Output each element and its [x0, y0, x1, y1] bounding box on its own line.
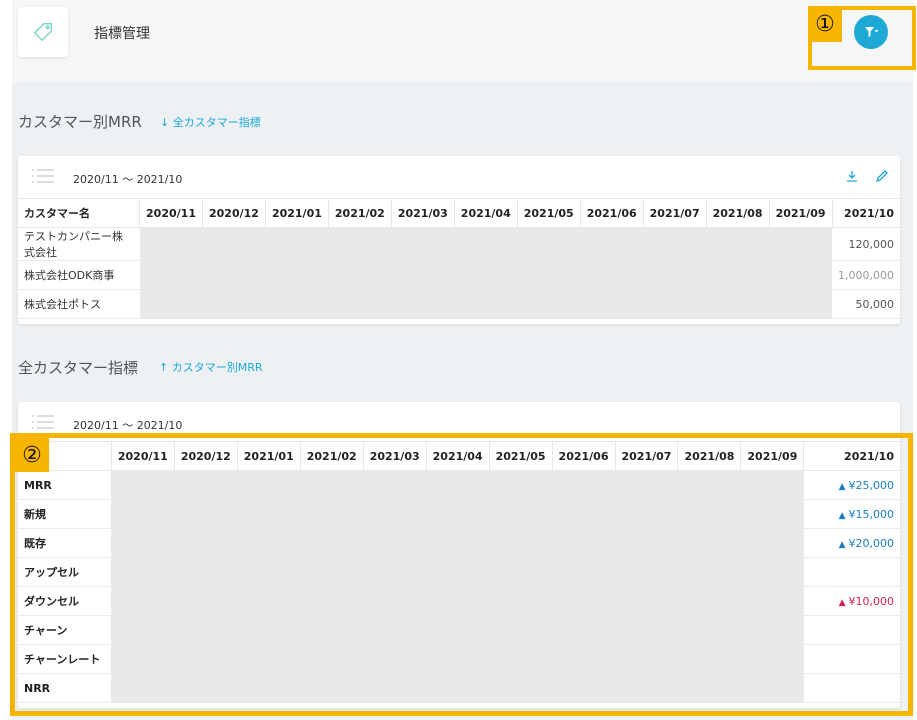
- tag-icon: [33, 23, 52, 42]
- customer-mrr-table: カスタマー名 2020/11 2020/12 2021/01 2021/02 2021/…: [18, 198, 900, 319]
- table-row: MRR ▲ ¥25,000: [18, 470, 900, 703]
- metric-value: [803, 644, 900, 674]
- column-header-month: 2021/01: [236, 441, 301, 471]
- logo-box: [18, 7, 68, 57]
- column-header-metric: [18, 441, 112, 471]
- column-header-month: 2021/01: [264, 198, 329, 228]
- column-header-customer-name: カスタマー名: [18, 198, 140, 228]
- all-customer-metrics-table: 2020/11 2020/12 2021/01 2021/02 2021/03 2021/…: [18, 441, 900, 703]
- section-title-all-customer-metrics: 全カスタマー指標: [18, 359, 139, 377]
- caret-up-icon: ▲: [838, 481, 846, 492]
- mrr-value: 1,000,000: [832, 260, 900, 290]
- column-header-month: 2020/12: [201, 198, 266, 228]
- column-header-month: 2021/03: [362, 441, 427, 471]
- mrr-value: 120,000: [832, 227, 900, 261]
- column-header-month: 2021/05: [488, 441, 553, 471]
- mrr-value: 50,000: [832, 289, 900, 319]
- column-header-month: 2021/03: [390, 198, 455, 228]
- filter-icon: [865, 27, 879, 37]
- column-header-month: 2021/10: [831, 198, 900, 228]
- caret-up-icon: ▲: [838, 539, 846, 550]
- customer-name[interactable]: テストカンパニー株式会社: [18, 227, 140, 261]
- metric-name: 既存: [18, 528, 112, 558]
- metric-name: NRR: [18, 673, 112, 703]
- table-row: テストカンパニー株式会社 120,000: [18, 227, 900, 319]
- caret-up-icon: ▲: [838, 510, 846, 521]
- metric-value: ▲ ¥25,000: [803, 470, 900, 500]
- metric-value-text: ¥15,000: [848, 507, 895, 521]
- column-header-month: 2021/05: [516, 198, 581, 228]
- column-header-month: 2021/04: [425, 441, 490, 471]
- empty-cells: [111, 470, 804, 703]
- column-header-month: 2020/11: [139, 198, 203, 228]
- pencil-icon[interactable]: [874, 168, 890, 184]
- download-icon[interactable]: [844, 168, 860, 184]
- date-range: 2020/11 ～ 2021/10: [73, 419, 183, 432]
- customer-mrr-card: 2020/11 ～ 2021/10 カスタマー名 2020/11 2020/12 2…: [18, 156, 900, 324]
- customer-name[interactable]: 株式会社ポトス: [18, 289, 140, 319]
- column-header-month: 2020/11: [110, 441, 175, 471]
- metric-value-text: ¥25,000: [848, 478, 895, 492]
- customer-name[interactable]: 株式会社ODK商事: [18, 260, 140, 290]
- metric-value: [803, 673, 900, 703]
- page-title: 指標管理: [94, 26, 150, 42]
- metric-value: ▲ ¥15,000: [803, 499, 900, 529]
- column-header-month: 2021/06: [579, 198, 644, 228]
- column-header-month: 2021/04: [453, 198, 518, 228]
- metric-value: [803, 615, 900, 645]
- column-header-month: 2021/06: [551, 441, 615, 471]
- all-customer-metrics-card: 2020/11 ～ 2021/10 2020/11 2020/12 2021/01 2…: [18, 402, 900, 708]
- metric-value: ▲ ¥10,000: [803, 586, 900, 616]
- link-customer-mrr[interactable]: ↑ カスタマー別MRR: [159, 359, 263, 375]
- metric-value: [803, 557, 900, 587]
- column-header-month: 2021/07: [614, 441, 678, 471]
- column-header-month: 2021/02: [299, 441, 364, 471]
- metric-value-text: ¥10,000: [848, 594, 895, 608]
- metric-name: チャーン: [18, 615, 112, 645]
- column-header-month: 2021/08: [705, 198, 770, 228]
- column-header-month: 2021/02: [327, 198, 392, 228]
- metric-name: ダウンセル: [18, 586, 112, 616]
- list-icon[interactable]: [32, 414, 54, 430]
- page-header: 指標管理: [12, 0, 913, 82]
- metric-name: アップセル: [18, 557, 112, 587]
- filter-button[interactable]: [854, 15, 888, 49]
- metric-value: ▲ ¥20,000: [803, 528, 900, 558]
- metric-name: チャーンレート: [18, 644, 112, 674]
- column-header-month: 2021/09: [740, 441, 804, 471]
- empty-cells: [139, 227, 833, 319]
- list-icon[interactable]: [32, 168, 54, 184]
- metric-name: MRR: [18, 470, 112, 500]
- column-header-month: 2021/07: [642, 198, 707, 228]
- caret-up-icon: ▲: [838, 597, 846, 608]
- link-all-customer-metrics[interactable]: ↓ 全カスタマー指標: [160, 114, 261, 130]
- metric-value-text: ¥20,000: [848, 536, 895, 550]
- section-title-customer-mrr: カスタマー別MRR: [18, 113, 142, 131]
- date-range: 2020/11 ～ 2021/10: [73, 173, 183, 186]
- column-header-month: 2020/12: [173, 441, 238, 471]
- metric-name: 新規: [18, 499, 112, 529]
- column-header-month: 2021/10: [803, 441, 900, 471]
- column-header-month: 2021/09: [768, 198, 833, 228]
- column-header-month: 2021/08: [677, 441, 741, 471]
